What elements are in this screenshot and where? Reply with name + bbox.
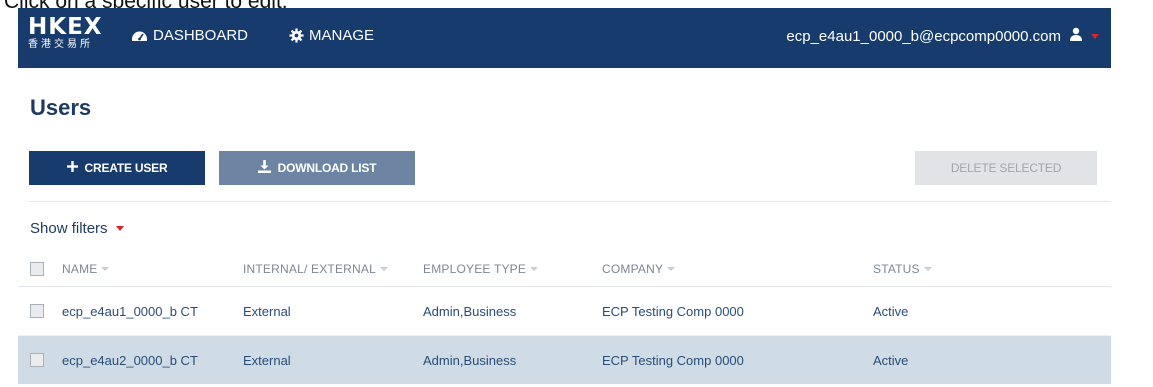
page-title: Users: [30, 95, 92, 120]
logo-english: HKEX: [28, 14, 103, 40]
column-header-name-label: NAME: [62, 262, 98, 276]
logo-chinese: 香港交易所: [28, 39, 93, 50]
table-header-row: NAME INTERNAL/ EXTERNAL EMPLOYEE TYPE CO…: [18, 252, 1111, 287]
internal-external-cell: External: [243, 352, 291, 368]
download-icon: [257, 160, 271, 176]
nav-manage[interactable]: MANAGE: [289, 27, 374, 44]
chevron-down-icon: [115, 226, 124, 231]
status-cell: Active: [873, 303, 909, 319]
account-dropdown-caret-icon: [1091, 33, 1099, 39]
account-email: ecp_e4au1_0000_b@ecpcomp0000.com: [786, 27, 1061, 45]
divider: [29, 201, 1111, 202]
column-header-internal-external-label: INTERNAL/ EXTERNAL: [243, 262, 376, 276]
create-user-button[interactable]: CREATE USER: [29, 151, 205, 185]
account-menu[interactable]: ecp_e4au1_0000_b@ecpcomp0000.com: [786, 27, 1099, 45]
download-list-button[interactable]: DOWNLOAD LIST: [219, 151, 415, 185]
user-name-cell[interactable]: ecp_e4au1_0000_b CT: [62, 287, 198, 335]
row-checkbox[interactable]: [30, 353, 44, 367]
company-cell: ECP Testing Comp 0000: [602, 303, 744, 319]
select-all-checkbox[interactable]: [30, 262, 44, 276]
nav-dashboard-label: DASHBOARD: [153, 27, 249, 44]
nav-dashboard[interactable]: DASHBOARD: [131, 27, 248, 44]
plus-icon: [66, 161, 78, 175]
users-table: NAME INTERNAL/ EXTERNAL EMPLOYEE TYPE CO…: [18, 252, 1111, 384]
column-header-status[interactable]: STATUS: [873, 252, 932, 286]
company-cell: ECP Testing Comp 0000: [602, 352, 744, 368]
download-list-label: DOWNLOAD LIST: [277, 161, 377, 175]
sort-icon: [667, 267, 676, 271]
dashboard-icon: [131, 28, 148, 43]
row-checkbox-cell: [30, 287, 44, 335]
employee-type-cell: Admin,Business: [423, 352, 517, 368]
show-filters-label: Show filters: [30, 220, 108, 237]
sort-icon: [379, 267, 388, 271]
select-all-checkbox-cell: [30, 252, 44, 286]
column-header-internal-external[interactable]: INTERNAL/ EXTERNAL: [243, 252, 388, 286]
column-header-company-label: COMPANY: [602, 262, 664, 276]
user-icon: [1069, 27, 1083, 45]
sort-icon: [923, 267, 932, 271]
table-row[interactable]: ecp_e4au2_0000_b CT External Admin,Busin…: [18, 336, 1111, 384]
row-checkbox[interactable]: [30, 304, 44, 318]
create-user-label: CREATE USER: [84, 161, 168, 175]
internal-external-cell: External: [243, 303, 291, 319]
column-header-name[interactable]: NAME: [62, 252, 110, 286]
employee-type-cell: Admin,Business: [423, 303, 517, 319]
column-header-status-label: STATUS: [873, 262, 920, 276]
delete-selected-button[interactable]: DELETE SELECTED: [915, 151, 1097, 185]
sort-icon: [530, 267, 539, 271]
sort-icon: [101, 267, 110, 271]
row-checkbox-cell: [30, 336, 44, 384]
gear-icon: [289, 28, 304, 43]
nav-manage-label: MANAGE: [309, 27, 375, 44]
show-filters-toggle[interactable]: Show filters: [30, 220, 124, 237]
user-name-cell[interactable]: ecp_e4au2_0000_b CT: [62, 336, 198, 384]
table-row[interactable]: ecp_e4au1_0000_b CT External Admin,Busin…: [18, 287, 1111, 336]
column-header-employee-type[interactable]: EMPLOYEE TYPE: [423, 252, 539, 286]
hkex-logo[interactable]: HKEX 香港交易所: [28, 15, 103, 51]
top-navigation-bar: HKEX 香港交易所 DASHBOARD MANAGE ecp_e4au1_00…: [18, 8, 1111, 68]
column-header-company[interactable]: COMPANY: [602, 252, 676, 286]
status-cell: Active: [873, 352, 909, 368]
column-header-employee-type-label: EMPLOYEE TYPE: [423, 262, 527, 276]
